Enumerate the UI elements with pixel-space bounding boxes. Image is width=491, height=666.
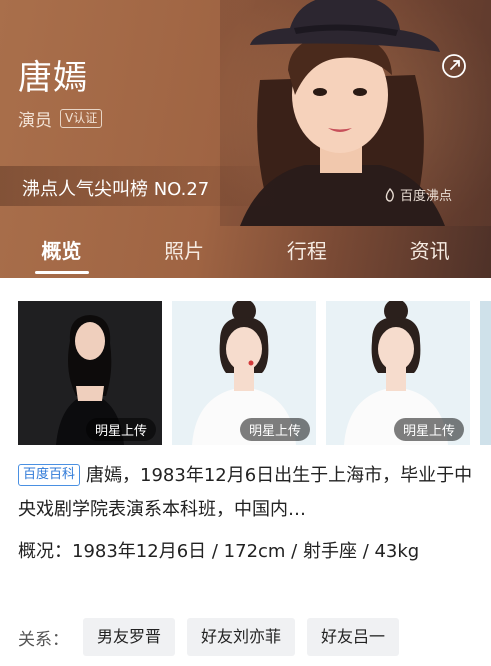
detail-label: 概况： — [18, 541, 72, 562]
watermark: 百度沸点 — [383, 185, 452, 204]
celebrity-name: 唐嫣 — [18, 58, 88, 98]
share-icon[interactable] — [441, 53, 467, 79]
tab-bar: 概览 照片 行程 资讯 — [0, 226, 491, 278]
relations-label: 关系： — [18, 629, 69, 650]
popularity-rank-bar[interactable]: 沸点人气尖叫榜 NO.27 — [0, 166, 300, 206]
uploader-tag: 明星上传 — [85, 418, 156, 441]
role-row: 演员 V认证 — [18, 106, 103, 131]
baike-intro[interactable]: 百度百科 唐嫣，1983年12月6日出生于上海市，毕业于中央戏剧学院表演系本科班，… — [18, 459, 473, 527]
relation-chip[interactable]: 男友罗晋 — [83, 618, 176, 656]
verified-badge: V认证 — [60, 109, 103, 128]
baike-badge: 百度百科 — [18, 464, 81, 486]
uploader-tag: 明星上传 — [239, 418, 310, 441]
flame-icon — [385, 187, 394, 202]
role-label: 演员 — [18, 111, 52, 131]
tab-schedule[interactable]: 行程 — [246, 226, 369, 278]
uploader-tag: 明星上传 — [393, 418, 464, 441]
photo-card[interactable]: 明星上传 — [18, 301, 162, 445]
photo-strip: 明星上传 明星上传 明星上传 — [18, 301, 491, 445]
profile-header: 唐嫣 演员 V认证 沸点人气尖叫榜 NO.27 百度沸点 概览 照片 行程 资讯 — [0, 0, 491, 278]
photo-card-partial[interactable] — [480, 301, 491, 445]
intro-text: 唐嫣，1983年12月6日出生于上海市，毕业于中央戏剧学院表演系本科班，中国内… — [18, 465, 473, 520]
overview-detail: 概况：1983年12月6日 / 172cm / 射手座 / 43kg — [18, 535, 473, 569]
relation-chip[interactable]: 好友吕一 — [307, 618, 400, 656]
photo-card[interactable]: 明星上传 — [172, 301, 316, 445]
popularity-rank-text: 沸点人气尖叫榜 NO.27 — [22, 179, 210, 200]
tab-photos[interactable]: 照片 — [123, 226, 246, 278]
relations-row: 关系： 男友罗晋 好友刘亦菲 好友吕一 — [18, 618, 411, 656]
relation-chip[interactable]: 好友刘亦菲 — [187, 618, 296, 656]
tab-news[interactable]: 资讯 — [368, 226, 491, 278]
detail-text: 1983年12月6日 / 172cm / 射手座 / 43kg — [72, 541, 420, 562]
tab-overview[interactable]: 概览 — [0, 226, 123, 278]
watermark-text: 百度沸点 — [400, 189, 453, 204]
photo-card[interactable]: 明星上传 — [326, 301, 470, 445]
